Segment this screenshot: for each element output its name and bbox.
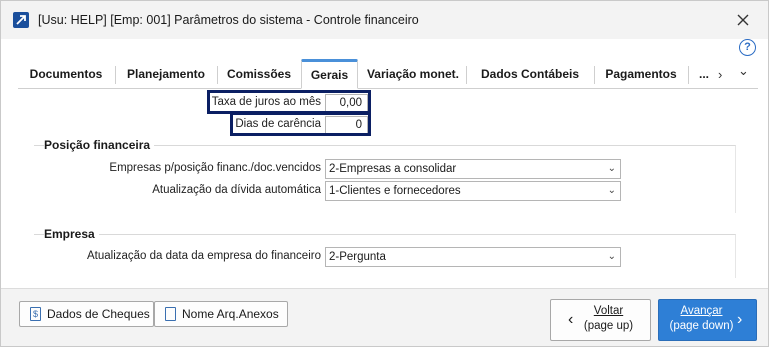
atualizacao-divida-value: 1-Clientes e fornecedores [329,185,461,197]
atualizacao-divida-label: Atualização da dívida automática [152,184,321,196]
empresas-posicao-value: 2-Empresas a consolidar [329,163,457,175]
atualizacao-data-select[interactable]: 2-Pergunta ⌄ [325,247,621,267]
parameters-window: [Usu: HELP] [Emp: 001] Parâmetros do sis… [0,0,769,347]
chevron-down-icon: ⌄ [607,163,616,174]
dados-cheques-label: Dados de Cheques [47,307,150,321]
nome-arq-anexos-label: Nome Arq.Anexos [182,307,279,321]
chevron-down-icon: ⌄ [607,185,616,196]
empresas-posicao-select[interactable]: 2-Empresas a consolidar ⌄ [325,159,621,179]
posicao-financeira-title: Posição financeira [44,138,155,152]
empresas-posicao-label: Empresas p/posição financ./doc.vencidos [109,162,321,174]
voltar-button[interactable]: ‹ Voltar (page up) [550,299,651,341]
atualizacao-data-value: 2-Pergunta [329,251,386,263]
avancar-label: Avançar [680,305,723,317]
tab-planejamento[interactable]: Planejamento [116,59,216,89]
nome-arq-anexos-button[interactable]: Nome Arq.Anexos [154,301,288,327]
tab-pagamentos[interactable]: Pagamentos [595,59,687,89]
dados-cheques-button[interactable]: $ Dados de Cheques [19,301,154,327]
title-bar: [Usu: HELP] [Emp: 001] Parâmetros do sis… [1,1,768,39]
tab-documentos[interactable]: Documentos [18,59,114,89]
footer-bar: $ Dados de Cheques Nome Arq.Anexos ‹ Vol… [1,288,768,346]
atualizacao-data-label: Atualização da data da empresa do financ… [87,250,321,262]
window-title: [Usu: HELP] [Emp: 001] Parâmetros do sis… [38,13,419,27]
tab-comissoes[interactable]: Comissões [218,59,300,89]
document-icon [165,307,176,321]
chevron-right-icon: › [737,311,743,328]
taxa-juros-highlight [207,90,371,114]
tab-dados-contabeis[interactable]: Dados Contábeis [467,59,593,89]
help-icon[interactable]: ? [739,39,756,56]
tab-more[interactable]: ... [694,59,714,89]
close-icon[interactable] [735,12,751,28]
tab-variacao-monet[interactable]: Variação monet. [361,59,465,89]
avancar-button[interactable]: Avançar (page down) › [658,299,757,341]
voltar-hint: (page up) [583,320,634,332]
dias-carencia-highlight [230,112,371,136]
dollar-document-icon: $ [30,307,41,321]
app-icon [13,12,29,28]
posicao-financeira-group [34,145,736,213]
voltar-label: Voltar [593,305,624,317]
empresa-title: Empresa [44,227,99,241]
tab-next-icon[interactable]: › [718,67,722,82]
tab-gerais[interactable]: Gerais [301,59,358,89]
avancar-hint: (page down) [669,320,734,332]
tab-bar: Documentos Planejamento Comissões Gerais… [18,59,758,89]
chevron-down-icon: ⌄ [607,251,616,262]
atualizacao-divida-select[interactable]: 1-Clientes e fornecedores ⌄ [325,181,621,201]
tab-expand-icon[interactable]: ⌄ [738,63,749,79]
